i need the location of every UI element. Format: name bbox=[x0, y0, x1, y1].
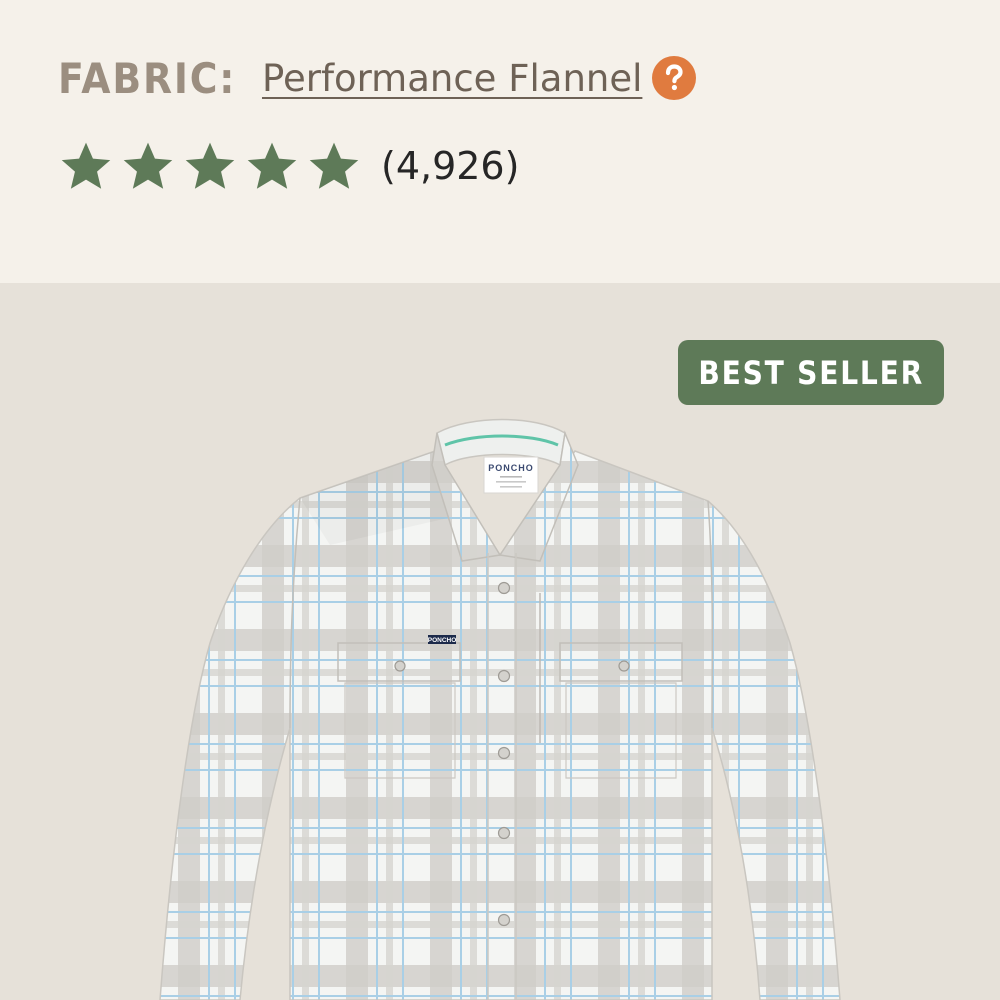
fabric-row: FABRIC: Performance Flannel bbox=[58, 50, 697, 106]
star-icon bbox=[247, 142, 297, 189]
svg-text:PONCHO: PONCHO bbox=[428, 637, 457, 644]
star-icon bbox=[61, 142, 111, 189]
fabric-label: FABRIC: bbox=[58, 53, 237, 103]
question-circle-icon[interactable] bbox=[652, 56, 697, 100]
best-seller-badge: BEST SELLER bbox=[678, 340, 944, 405]
rating-row[interactable]: (4,926) bbox=[60, 138, 519, 194]
product-info-section: FABRIC: Performance Flannel (4,926) bbox=[0, 0, 1000, 283]
star-rating bbox=[60, 140, 370, 192]
star-icon bbox=[185, 142, 235, 189]
star-icon bbox=[123, 142, 173, 189]
star-icon bbox=[309, 142, 359, 189]
badge-label: BEST SELLER bbox=[698, 353, 924, 392]
svg-text:PONCHO: PONCHO bbox=[488, 463, 534, 473]
review-count[interactable]: (4,926) bbox=[381, 144, 519, 188]
fabric-link[interactable]: Performance Flannel bbox=[262, 57, 642, 100]
